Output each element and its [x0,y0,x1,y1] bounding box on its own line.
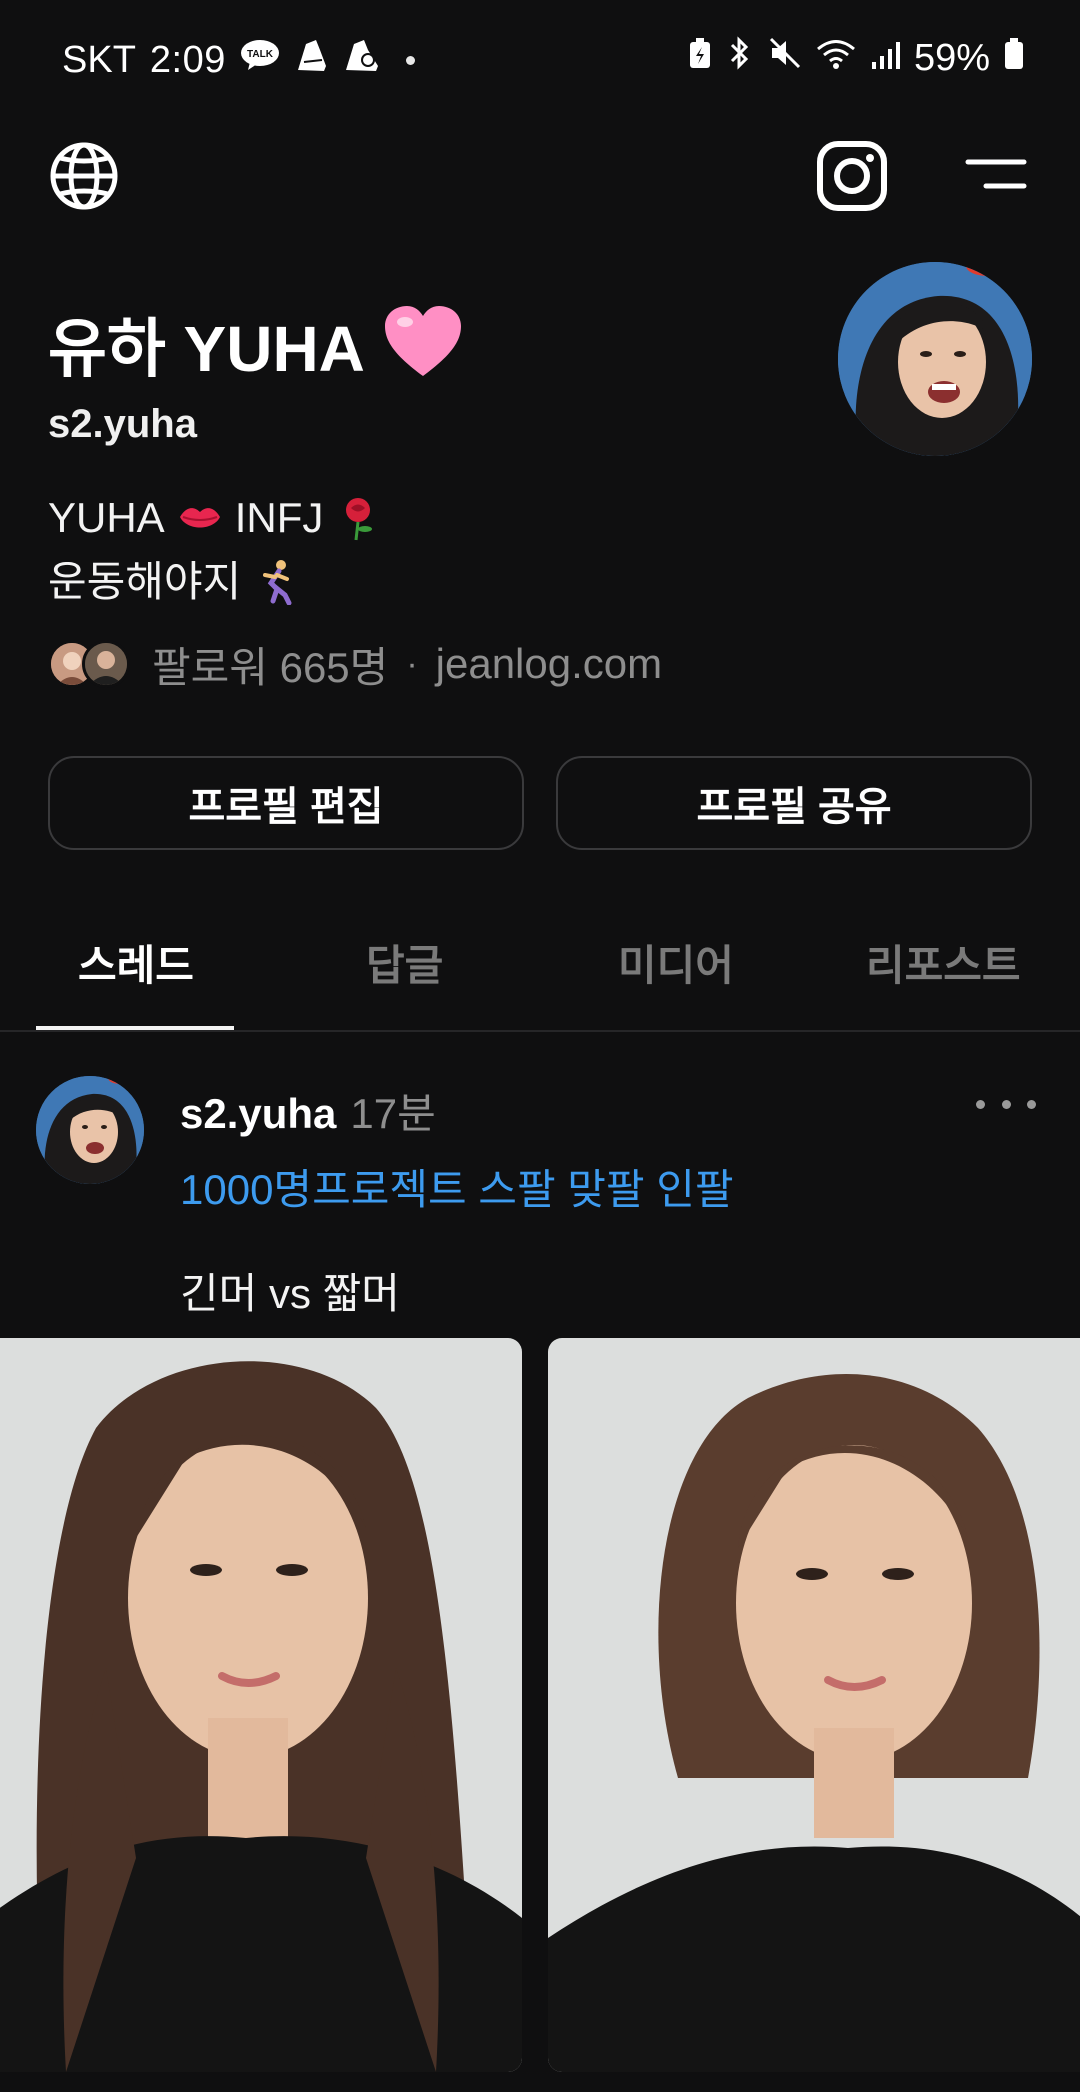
battery-icon [1004,37,1024,80]
profile-handle: s2.yuha [48,402,197,446]
signal-icon [870,37,900,80]
profile-tabs: 스레드 답글 미디어 리포스트 [0,900,1080,1032]
active-tab-indicator [36,1026,234,1030]
followers-count: 팔로워 665명 [152,643,389,691]
running-person-icon [263,560,292,605]
rose-icon [346,498,373,541]
separator-dot: · [406,644,418,683]
profile-avatar[interactable] [838,262,1032,456]
wifi-icon [816,37,856,80]
follower-avatars [48,638,132,690]
tab-replies[interactable]: 답글 [366,932,443,993]
kakaotalk-icon: TALK [240,38,280,82]
display-name: 유하 YUHA [48,313,365,385]
post-topic-tag[interactable]: 1000명프로젝트 스팔 맞팔 인팔 [180,1156,733,1217]
tab-reposts[interactable]: 리포스트 [866,932,1021,993]
status-bar: SKT 2:09 TALK 59% [0,0,1080,118]
post-meta: s2.yuha 17분 [180,1080,436,1141]
bio: YUHA INFJ 운동해야지 [48,486,381,614]
post-username[interactable]: s2.yuha [180,1090,336,1138]
followers-row[interactable]: 팔로워 665명 · jeanlog.com [48,636,662,692]
clock: 2:09 [149,38,226,81]
share-profile-button[interactable]: 프로필 공유 [556,756,1032,850]
talk-label: TALK [247,49,274,60]
post-image-short-hair[interactable] [548,1338,1080,2072]
mute-icon [768,36,802,80]
more-options-icon[interactable] [976,1086,1036,1122]
bio-line-2: 운동해야지 [48,550,381,614]
bio-text-yuha: YUHA [48,494,165,541]
bio-text-exercise: 운동해야지 [48,558,242,605]
instagram-icon[interactable] [816,140,888,212]
pink-heart-icon [384,306,461,376]
status-left: SKT 2:09 TALK [62,36,415,84]
profile-name: 유하 YUHA [48,298,463,390]
post-avatar[interactable] [36,1076,144,1184]
post-image-long-hair[interactable] [0,1338,522,2072]
kiss-lips-icon [179,508,220,528]
menu-icon[interactable] [964,152,1028,200]
edit-profile-button[interactable]: 프로필 편집 [48,756,524,850]
status-right: 59% [688,36,1024,80]
tab-threads[interactable]: 스레드 [78,932,194,993]
follower-avatar [82,640,130,688]
running-shoe-icon [342,36,382,84]
running-shoe-icon [294,36,328,84]
post-timestamp: 17분 [350,1090,436,1137]
post-text: 긴머 vs 짧머 [180,1270,400,1317]
carrier-label: SKT [62,38,136,81]
bluetooth-icon [726,36,754,80]
notification-dot [405,55,415,65]
battery-saver-icon [688,37,712,80]
top-nav [0,140,1080,220]
globe-icon[interactable] [48,140,120,212]
bio-line-1: YUHA INFJ [48,486,381,550]
battery-percent: 59% [913,36,990,79]
bio-text-infj: INFJ [234,494,324,541]
tab-media[interactable]: 미디어 [618,932,734,993]
profile-link[interactable]: jeanlog.com [436,640,662,688]
